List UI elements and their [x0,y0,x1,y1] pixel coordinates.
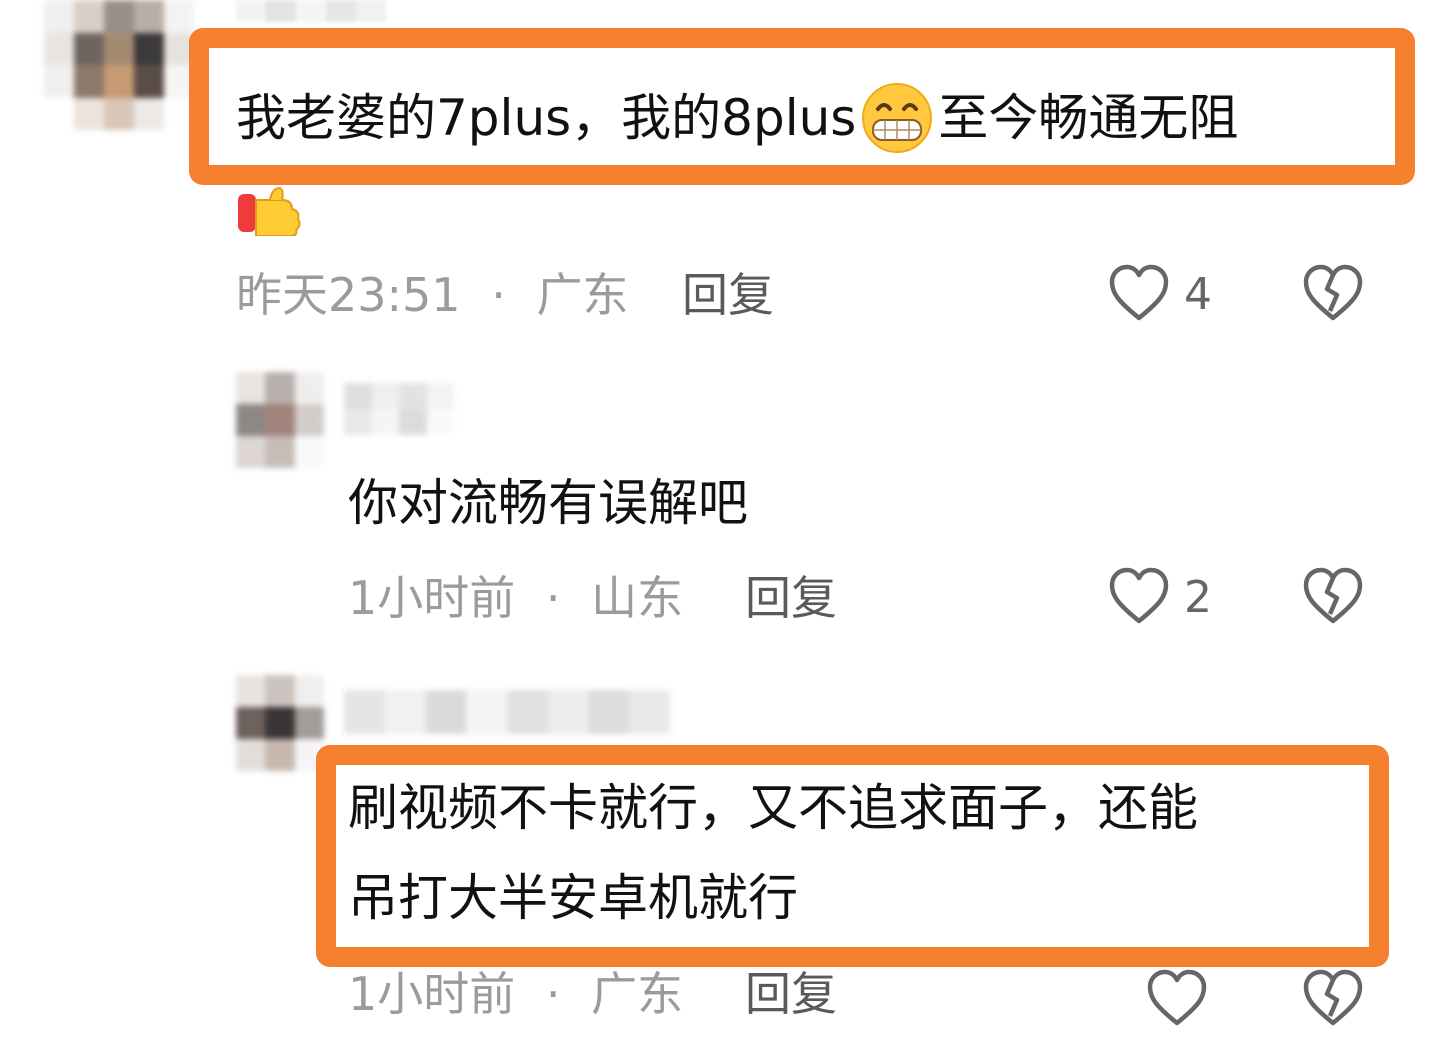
broken-heart-icon [1302,264,1364,327]
like-button[interactable] [1146,968,1208,1032]
avatar[interactable] [236,675,324,771]
like-count: 4 [1184,269,1212,320]
comment-meta: 1小时前 · 广东 [348,971,683,1017]
comment-time: 1小时前 [348,967,516,1021]
heart-icon [1108,566,1170,630]
heart-icon [1108,263,1170,327]
comment-time: 1小时前 [348,571,516,625]
username[interactable] [344,383,454,435]
grinning-face-icon [858,82,936,154]
comment-text-part2: 至今畅通无阻 [938,89,1239,147]
comment-time: 昨天23:51 [236,268,461,322]
comment-text: 我老婆的7plus，我的8plus 至今畅通无阻 [236,82,1238,154]
comment-location: 山东 [591,571,684,625]
comment-text-part1: 我老婆的7plus，我的8plus [236,89,857,147]
like-button[interactable]: 4 [1108,263,1212,327]
reply-button[interactable]: 回复 [745,971,837,1017]
username[interactable] [236,0,386,22]
thumbs-up-icon [236,186,308,240]
broken-heart-icon [1302,969,1364,1032]
comment-text: 你对流畅有误解吧 [348,474,748,532]
comment-text-line2: 吊打大半安卓机就行 [348,869,798,927]
comment-meta: 1小时前 · 山东 [348,575,683,621]
meta-separator: · [545,571,561,625]
username[interactable] [344,690,670,734]
comment-location: 广东 [536,268,629,322]
reply-button[interactable]: 回复 [745,575,837,621]
avatar[interactable] [236,372,324,468]
dislike-button[interactable] [1302,263,1364,327]
meta-separator: · [491,268,506,322]
reply-button[interactable]: 回复 [682,272,774,318]
broken-heart-icon [1302,567,1364,630]
dislike-button[interactable] [1302,566,1364,630]
comment-text-line1: 刷视频不卡就行，又不追求面子，还能 [348,779,1198,837]
like-count: 2 [1184,572,1212,623]
like-button[interactable]: 2 [1108,566,1212,630]
comment-meta: 昨天23:51 · 广东 [236,272,628,318]
meta-separator: · [545,967,561,1021]
avatar[interactable] [44,0,194,130]
heart-icon [1146,969,1208,1032]
dislike-button[interactable] [1302,968,1364,1032]
comment-location: 广东 [591,967,684,1021]
